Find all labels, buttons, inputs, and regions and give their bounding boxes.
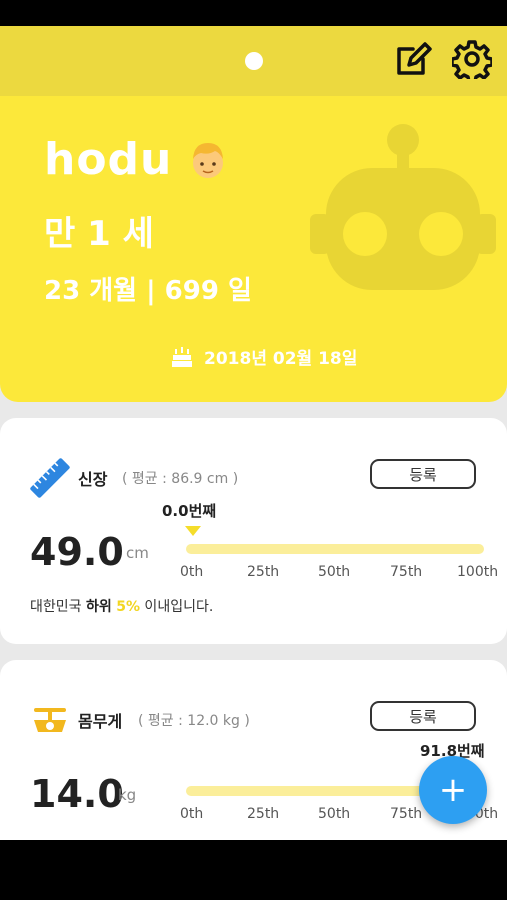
profile-age: 만 1 세	[44, 214, 154, 254]
scale-icon	[34, 708, 66, 732]
height-tick-100: 100th	[457, 564, 499, 580]
profile-name-row: hodu	[44, 134, 228, 185]
weight-register-button[interactable]: 등록	[370, 701, 476, 731]
height-description: 대한민국 하위 5% 이내입니다.	[30, 596, 213, 616]
height-tick-50: 50th	[318, 564, 351, 580]
weight-tick-0: 0th	[180, 806, 204, 822]
add-record-button[interactable]: +	[419, 756, 487, 824]
height-rank-label: 0.0번째	[162, 502, 217, 520]
desc-suffix: 이내입니다.	[139, 599, 214, 615]
height-tick-75: 75th	[390, 564, 423, 580]
profile-months-days: 23 개월 | 699 일	[44, 276, 252, 306]
desc-prefix: 대한민국	[30, 599, 86, 615]
height-percentile-pointer	[185, 526, 201, 536]
height-unit: cm	[126, 544, 149, 562]
profile-name: hodu	[44, 134, 173, 185]
app-screen: hodu 만 1 세 23 개월 | 699 일 2018년 02월 18일 신…	[0, 26, 507, 840]
height-average: ( 평균 : 86.9 cm )	[122, 471, 239, 487]
weight-tick-25: 25th	[247, 806, 280, 822]
weight-title: 몸무게	[78, 712, 123, 731]
height-card: 신장 ( 평균 : 86.9 cm ) 등록 0.0번째 49.0 cm 0th…	[0, 418, 507, 644]
ruler-icon	[30, 458, 70, 498]
child-avatar-icon	[193, 142, 224, 178]
desc-bold: 하위	[85, 599, 112, 615]
height-tick-0: 0th	[180, 564, 204, 580]
height-percentile-bar	[186, 544, 484, 554]
weight-value: 14.0	[30, 772, 124, 816]
weight-tick-75: 75th	[390, 806, 423, 822]
edit-icon[interactable]	[393, 39, 433, 79]
weight-average: ( 평균 : 12.0 kg )	[138, 713, 250, 729]
profile-header: hodu 만 1 세 23 개월 | 699 일 2018년 02월 18일	[0, 96, 507, 402]
height-title: 신장	[78, 470, 108, 489]
weight-unit: kg	[118, 786, 137, 804]
height-register-button[interactable]: 등록	[370, 459, 476, 489]
top-bar	[0, 26, 507, 96]
height-value: 49.0	[30, 530, 124, 574]
cake-icon	[172, 346, 192, 367]
birthdate-text: 2018년 02월 18일	[204, 349, 358, 369]
desc-highlight: 5%	[116, 599, 140, 615]
page-indicator-dot	[245, 52, 263, 70]
robot-icon	[310, 124, 496, 290]
gear-icon[interactable]	[452, 39, 492, 79]
profile-birthdate: 2018년 02월 18일	[170, 344, 357, 369]
weight-tick-50: 50th	[318, 806, 351, 822]
height-tick-25: 25th	[247, 564, 280, 580]
